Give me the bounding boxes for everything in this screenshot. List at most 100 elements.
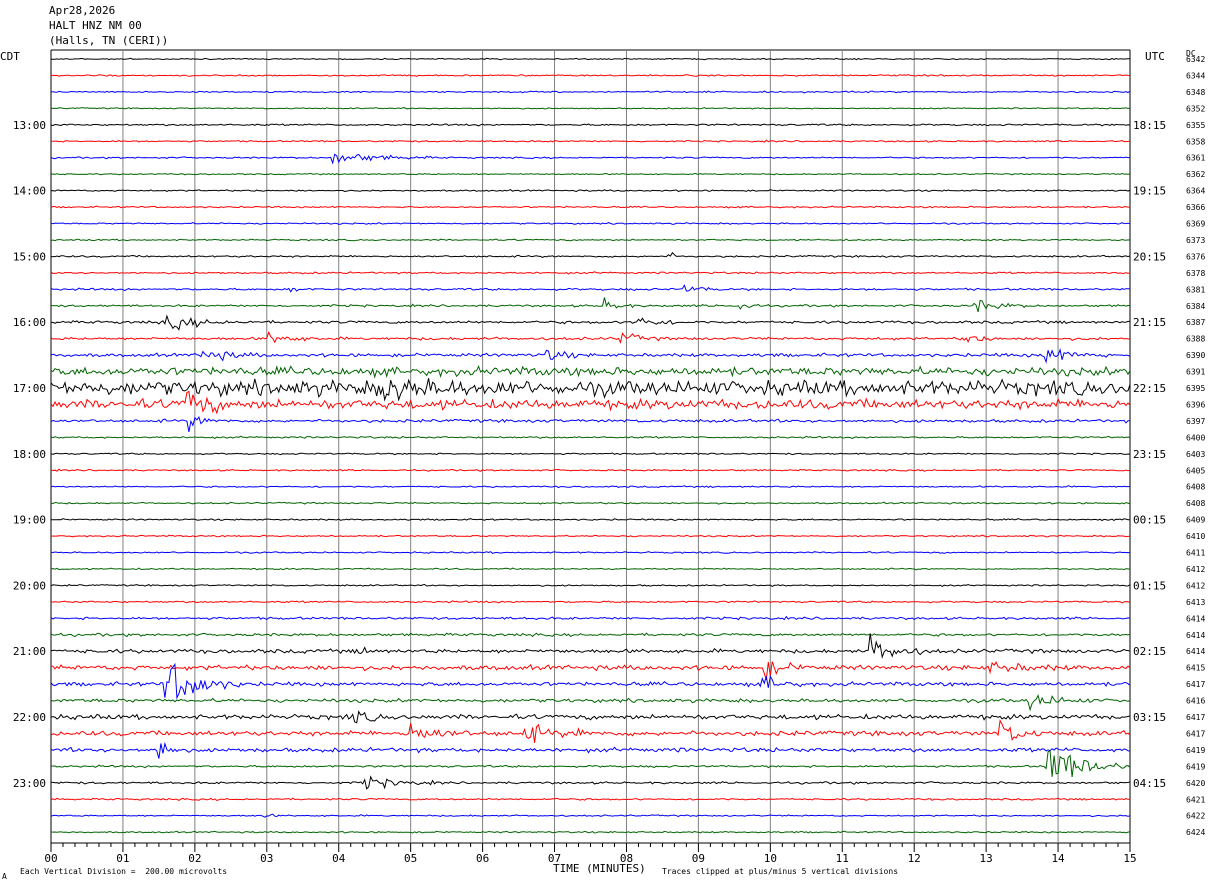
dc-value-label: 6361 <box>1186 154 1205 163</box>
dc-value-label: 6411 <box>1186 549 1205 558</box>
x-tick-label: 11 <box>836 852 849 865</box>
trace-row-9 <box>50 205 1131 209</box>
dc-value-label: 6397 <box>1186 417 1205 426</box>
x-tick-label: 15 <box>1123 852 1136 865</box>
left-hour-label: 17:00 <box>13 382 46 395</box>
right-hour-label: 00:15 <box>1133 514 1166 527</box>
dc-value-label: 6403 <box>1186 450 1205 459</box>
dc-value-label: 6417 <box>1186 680 1205 689</box>
left-hour-label: 16:00 <box>13 316 46 329</box>
trace-row-35 <box>50 632 1131 638</box>
dc-value-label: 6344 <box>1186 71 1205 80</box>
dc-value-label: 6352 <box>1186 104 1205 113</box>
dc-value-label: 6414 <box>1186 614 1205 623</box>
dc-value-label: 6362 <box>1186 170 1205 179</box>
trace-row-17 <box>50 330 1131 344</box>
x-tick-label: 01 <box>116 852 129 865</box>
trace-row-0 <box>50 57 1130 61</box>
right-hour-label: 23:15 <box>1133 448 1166 461</box>
dc-value-label: 6412 <box>1186 581 1205 590</box>
dc-value-label: 6410 <box>1186 532 1205 541</box>
dc-value-label: 6413 <box>1186 598 1205 607</box>
dc-value-label: 6391 <box>1186 368 1205 377</box>
dc-value-label: 6408 <box>1186 499 1205 508</box>
trace-row-27 <box>50 501 1131 505</box>
dc-value-label: 6414 <box>1186 631 1205 640</box>
x-tick-label: 04 <box>332 852 346 865</box>
left-hour-label: 19:00 <box>13 514 46 527</box>
right-hour-label: 21:15 <box>1133 316 1166 329</box>
dc-value-label: 6390 <box>1186 351 1205 360</box>
trace-row-5 <box>51 139 1131 143</box>
dc-value-label: 6364 <box>1186 187 1205 196</box>
right-hour-label: 18:15 <box>1133 119 1166 132</box>
dc-value-label: 6416 <box>1186 697 1205 706</box>
left-hour-label: 15:00 <box>13 250 46 263</box>
dc-value-label: 6395 <box>1186 384 1205 393</box>
dc-value-label: 6388 <box>1186 335 1205 344</box>
dc-value-label: 6419 <box>1186 762 1205 771</box>
dc-value-label: 6355 <box>1186 121 1205 130</box>
x-tick-label: 03 <box>260 852 273 865</box>
trace-row-29 <box>50 534 1131 538</box>
dc-value-label: 6420 <box>1186 779 1205 788</box>
x-tick-label: 09 <box>692 852 705 865</box>
dc-value-label: 6405 <box>1186 466 1205 475</box>
trace-row-34 <box>50 615 1131 621</box>
left-hour-label: 22:00 <box>13 711 46 724</box>
trace-row-46 <box>50 813 1131 818</box>
right-hour-label: 20:15 <box>1133 250 1166 263</box>
dc-value-label: 6415 <box>1186 664 1205 673</box>
dc-value-label: 6378 <box>1186 269 1205 278</box>
dc-value-label: 6422 <box>1186 812 1205 821</box>
trace-row-1 <box>50 74 1131 77</box>
trace-row-20 <box>50 378 1131 402</box>
trace-row-15 <box>51 297 1131 313</box>
trace-row-8 <box>50 189 1131 193</box>
dc-value-label: 6417 <box>1186 729 1205 738</box>
left-hour-label: 13:00 <box>13 119 46 132</box>
corner-mark: A <box>2 872 7 881</box>
trace-row-37 <box>50 661 1131 680</box>
right-hour-label: 22:15 <box>1133 382 1166 395</box>
dc-value-label: 6381 <box>1186 285 1205 294</box>
dc-value-label: 6396 <box>1186 400 1205 409</box>
trace-row-24 <box>50 452 1131 456</box>
trace-row-42 <box>50 741 1131 759</box>
x-tick-label: 10 <box>764 852 777 865</box>
dc-value-label: 6424 <box>1186 828 1205 837</box>
x-tick-label: 13 <box>980 852 993 865</box>
trace-row-10 <box>50 222 1131 225</box>
trace-row-44 <box>50 775 1131 790</box>
trace-row-11 <box>50 238 1131 242</box>
right-hour-label: 19:15 <box>1133 185 1166 198</box>
trace-row-4 <box>50 123 1131 127</box>
dc-value-label: 6417 <box>1186 713 1205 722</box>
right-hour-label: 03:15 <box>1133 711 1166 724</box>
x-tick-label: 02 <box>188 852 201 865</box>
trace-row-22 <box>50 416 1130 432</box>
trace-row-45 <box>50 797 1131 801</box>
x-tick-label: 14 <box>1051 852 1065 865</box>
trace-row-12 <box>50 251 1131 258</box>
dc-value-label: 6414 <box>1186 647 1205 656</box>
dc-value-label: 6373 <box>1186 236 1205 245</box>
trace-row-23 <box>50 435 1131 440</box>
x-axis-title: TIME (MINUTES) <box>553 862 646 875</box>
trace-row-28 <box>50 518 1130 522</box>
left-hour-label: 20:00 <box>13 579 46 592</box>
dc-value-label: 6358 <box>1186 137 1205 146</box>
dc-value-label: 6408 <box>1186 483 1205 492</box>
dc-value-label: 6400 <box>1186 433 1205 442</box>
trace-row-36 <box>50 633 1131 659</box>
dc-value-label: 6387 <box>1186 318 1205 327</box>
trace-row-6 <box>50 153 1130 165</box>
vertical-division-note: Each Vertical Division = 200.00 microvol… <box>20 867 228 876</box>
trace-row-47 <box>50 830 1131 834</box>
dc-value-label: 6342 <box>1186 55 1205 64</box>
left-hour-label: 21:00 <box>13 645 46 658</box>
trace-row-26 <box>50 485 1130 489</box>
trace-row-33 <box>50 600 1131 604</box>
dc-value-label: 6421 <box>1186 795 1205 804</box>
right-hour-label: 04:15 <box>1133 777 1166 790</box>
